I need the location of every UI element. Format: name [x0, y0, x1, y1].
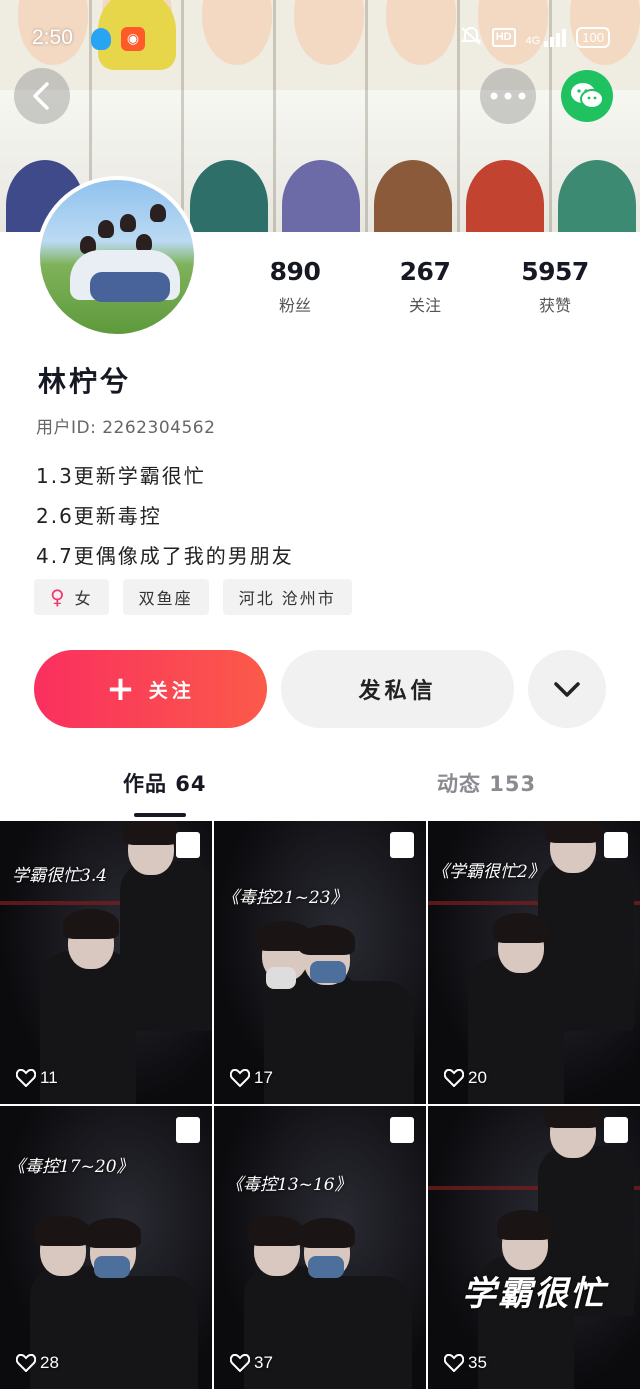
- works-grid: 学霸很忙3.4 11 《毒控21~23》 17 《学霸很忙2》 20 《毒控17…: [0, 821, 640, 1389]
- stat-label: 粉丝: [278, 296, 311, 315]
- tag-gender: ♀ 女: [34, 579, 109, 615]
- status-time: 2:50: [32, 26, 73, 49]
- tag-location: 河北 沧州市: [222, 579, 352, 615]
- profile-bio: 1.3更新学霸很忙 2.6更新毒控 4.7更偶像成了我的男朋友: [36, 456, 294, 576]
- stat-value: 267: [399, 257, 451, 286]
- stat-following[interactable]: 267 关注: [360, 257, 490, 316]
- like-count: 37: [230, 1353, 273, 1373]
- like-count: 35: [444, 1353, 487, 1373]
- work-caption: 《毒控17~20》: [8, 1157, 134, 1177]
- more-button[interactable]: [480, 68, 536, 124]
- status-indicators: HD 4G 100: [460, 26, 610, 49]
- bio-line: 2.6更新毒控: [36, 504, 162, 528]
- heart-icon: [230, 1069, 250, 1087]
- image-icon: [176, 1117, 200, 1143]
- heart-icon: [230, 1354, 250, 1372]
- tab-works[interactable]: 作品 64: [123, 768, 207, 798]
- bio-line: 4.7更偶像成了我的男朋友: [36, 544, 294, 568]
- follow-label: 关注: [148, 679, 195, 702]
- battery-icon: 100: [576, 27, 610, 48]
- work-caption: 学霸很忙: [462, 1274, 606, 1314]
- tab-feed[interactable]: 动态 153: [437, 768, 536, 798]
- more-options-button[interactable]: [528, 650, 606, 728]
- back-button[interactable]: [14, 68, 70, 124]
- back-arrow-icon: [33, 82, 49, 110]
- heart-icon: [16, 1354, 36, 1372]
- work-caption: 学霸很忙3.4: [12, 866, 108, 886]
- message-button[interactable]: 发私信: [281, 650, 514, 728]
- stat-label: 关注: [408, 296, 441, 315]
- more-icon: [490, 92, 526, 100]
- qq-icon: [91, 28, 111, 50]
- stat-label: 获赞: [538, 296, 571, 315]
- image-icon: [390, 832, 414, 858]
- work-item[interactable]: 《毒控17~20》 28: [0, 1106, 212, 1389]
- content-tabs: 作品 64 动态 153: [0, 760, 640, 820]
- stat-value: 5957: [521, 257, 589, 286]
- profile-tags: ♀ 女 双鱼座 河北 沧州市: [34, 579, 352, 615]
- active-tab-indicator: [134, 813, 186, 817]
- work-item[interactable]: 学霸很忙 35: [428, 1106, 640, 1389]
- work-item[interactable]: 《学霸很忙2》 20: [428, 821, 640, 1104]
- profile-actions: + 关注 发私信: [34, 650, 606, 728]
- chevron-down-icon: [554, 682, 580, 697]
- user-id[interactable]: 用户ID: 2262304562: [36, 413, 215, 438]
- work-caption: 《毒控13~16》: [226, 1175, 352, 1195]
- work-item[interactable]: 《毒控13~16》 37: [214, 1106, 426, 1389]
- heart-icon: [16, 1069, 36, 1087]
- image-icon: [176, 832, 200, 858]
- image-icon: [390, 1117, 414, 1143]
- avatar[interactable]: [36, 176, 198, 338]
- female-icon: ♀: [50, 585, 67, 609]
- bio-line: 1.3更新学霸很忙: [36, 464, 206, 488]
- work-caption: 《毒控21~23》: [222, 888, 348, 908]
- work-item[interactable]: 学霸很忙3.4 11: [0, 821, 212, 1104]
- profile-stats: 890 粉丝 267 关注 5957 获赞: [230, 257, 620, 316]
- like-count: 20: [444, 1068, 487, 1088]
- follow-button[interactable]: + 关注: [34, 650, 267, 728]
- wechat-share-button[interactable]: [561, 70, 613, 122]
- profile-name: 林柠兮: [38, 365, 132, 398]
- status-bar: 2:50 ◉ HD 4G 100: [0, 0, 640, 78]
- wechat-icon: [571, 83, 604, 109]
- heart-icon: [444, 1069, 464, 1087]
- like-count: 11: [16, 1068, 58, 1088]
- image-icon: [604, 1117, 628, 1143]
- plus-icon: +: [106, 669, 135, 709]
- image-icon: [604, 832, 628, 858]
- stat-likes[interactable]: 5957 获赞: [490, 257, 620, 316]
- like-count: 28: [16, 1353, 59, 1373]
- mute-icon: [460, 26, 482, 49]
- stat-value: 890: [269, 257, 321, 286]
- work-item[interactable]: 《毒控21~23》 17: [214, 821, 426, 1104]
- heart-icon: [444, 1354, 464, 1372]
- stat-followers[interactable]: 890 粉丝: [230, 257, 360, 316]
- work-caption: 《学霸很忙2》: [432, 862, 545, 882]
- app-notification-icon: ◉: [121, 27, 145, 51]
- tag-label: 女: [74, 589, 93, 608]
- signal-icon: 4G: [526, 28, 567, 47]
- like-count: 17: [230, 1068, 273, 1088]
- hd-badge: HD: [491, 28, 516, 47]
- tag-zodiac: 双鱼座: [122, 579, 209, 615]
